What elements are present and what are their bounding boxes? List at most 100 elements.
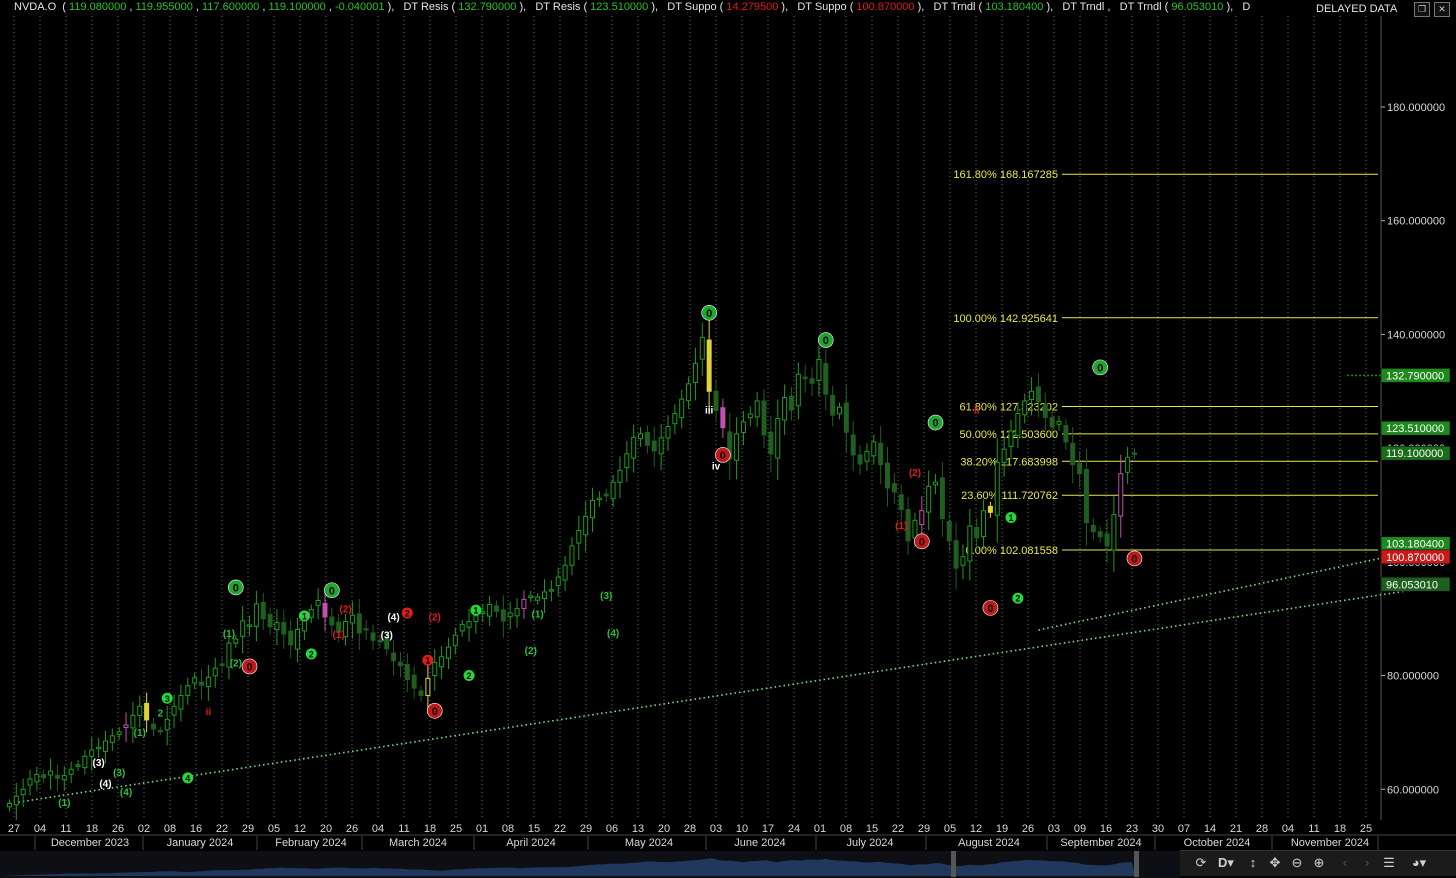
candle-body — [891, 483, 897, 493]
candle-body — [34, 773, 40, 783]
candle-body — [1063, 425, 1069, 443]
candle-body — [1056, 420, 1062, 425]
study-name: DT Suppo — [667, 1, 717, 13]
study-name: DT Trndl — [1062, 1, 1105, 13]
change-value: -0.040001 — [334, 1, 385, 13]
candle-body — [1001, 448, 1007, 463]
wave-label: 0 — [1097, 362, 1103, 374]
wave-label: (3) — [92, 758, 104, 769]
study-name: DT Resis — [403, 1, 449, 13]
candle-body — [569, 545, 575, 566]
menu-icon[interactable]: ☰ — [1380, 855, 1398, 871]
y-tick-label: 160.000000 — [1387, 216, 1445, 228]
candle-body — [542, 591, 548, 600]
study-name: DT Trndl — [1119, 1, 1162, 13]
x-tick-label: 20 — [320, 823, 332, 835]
restore-window-icon[interactable]: ❐ — [1414, 2, 1430, 17]
candle-body — [747, 413, 753, 419]
candle-body — [41, 773, 47, 779]
candle-body — [871, 441, 877, 457]
candle-body — [411, 674, 417, 689]
fib-label: 161.80% 168.167285 — [953, 169, 1058, 181]
vertical-fit-icon[interactable]: ↕ — [1244, 855, 1262, 870]
wave-label: 0 — [932, 418, 938, 430]
x-tick-label: 22 — [216, 823, 228, 835]
wave-label: (3) — [113, 768, 125, 779]
candle-body — [686, 383, 692, 402]
candle-body — [219, 663, 225, 666]
pan-icon[interactable]: ✥ — [1266, 855, 1284, 871]
candle-body — [1029, 390, 1035, 401]
refresh-icon[interactable]: ⟳ — [1192, 855, 1210, 871]
month-label: December 2023 — [51, 837, 129, 849]
period-dropdown[interactable]: D▾ — [1214, 855, 1238, 871]
candle-body — [885, 462, 891, 489]
wave-label: (4) — [99, 779, 111, 790]
x-tick-label: 27 — [8, 823, 20, 835]
wave-label: (1) — [58, 798, 70, 809]
wave-label: 0 — [823, 335, 829, 347]
price-tag-label: 123.510000 — [1386, 423, 1444, 435]
candle-body — [823, 363, 829, 395]
x-tick-label: 16 — [1100, 823, 1112, 835]
candle-body — [864, 451, 870, 462]
candle-body — [816, 358, 822, 381]
zoom-in-icon[interactable]: ⊕ — [1310, 855, 1328, 871]
candle-body — [157, 729, 163, 733]
candle-body — [1118, 473, 1124, 517]
candle-body — [734, 433, 740, 461]
scroll-right-icon[interactable]: › — [1358, 855, 1376, 870]
wave-label: 0 — [919, 536, 925, 548]
wave-label: 0 — [233, 582, 239, 594]
candle-body — [514, 607, 520, 617]
candle-body — [528, 595, 534, 598]
candle-body — [425, 677, 431, 696]
overview-strip[interactable] — [0, 851, 1180, 878]
y-tick-label: 60.000000 — [1387, 784, 1439, 796]
candle-body — [274, 622, 280, 630]
candle-body — [178, 694, 184, 710]
wave-label: 2 — [1015, 594, 1020, 604]
fib-label: 100.00% 142.925641 — [953, 313, 1058, 325]
candle-body — [1022, 400, 1028, 416]
candle-body — [48, 770, 54, 776]
candle-body — [6, 802, 12, 808]
x-tick-label: 04 — [372, 823, 384, 835]
candle-body — [548, 589, 554, 592]
month-label: January 2024 — [167, 837, 234, 849]
candle-body — [631, 436, 637, 459]
candle-body — [939, 477, 945, 520]
candle-body — [1097, 531, 1103, 538]
wave-label: 1 — [473, 606, 478, 616]
month-label: October 2024 — [1184, 837, 1251, 849]
wave-label: (4) — [120, 788, 132, 799]
zoom-out-icon[interactable]: ⊖ — [1288, 855, 1306, 871]
month-label: June 2024 — [734, 837, 785, 849]
x-tick-label: 14 — [1204, 823, 1216, 835]
candle-body — [555, 576, 561, 586]
candle-body — [473, 615, 479, 623]
scroll-left-icon[interactable]: ‹ — [1336, 855, 1354, 870]
candle-body — [679, 398, 685, 419]
close-window-icon[interactable]: ✕ — [1434, 2, 1450, 17]
palette-icon[interactable]: ◕▾ — [1406, 855, 1432, 871]
candle-body — [953, 540, 959, 569]
wave-label: 2 — [405, 609, 410, 619]
candle-body — [713, 390, 719, 412]
candle-body — [699, 336, 705, 360]
wave-label: 0 — [329, 585, 335, 597]
candle-body — [247, 624, 253, 627]
x-tick-label: 01 — [814, 823, 826, 835]
price-tag-label: 100.870000 — [1386, 552, 1444, 564]
candle-body — [644, 431, 650, 446]
wave-label: iv — [712, 462, 721, 473]
candle-body — [493, 605, 499, 612]
candle-body — [692, 362, 698, 383]
x-tick-label: 05 — [268, 823, 280, 835]
candle-body — [720, 407, 726, 429]
x-tick-label: 25 — [1360, 823, 1372, 835]
candle-body — [624, 453, 630, 468]
wave-label: ii — [974, 405, 980, 416]
price-chart[interactable]: 161.80% 168.167285100.00% 142.92564161.8… — [0, 0, 1456, 878]
x-tick-label: 15 — [528, 823, 540, 835]
